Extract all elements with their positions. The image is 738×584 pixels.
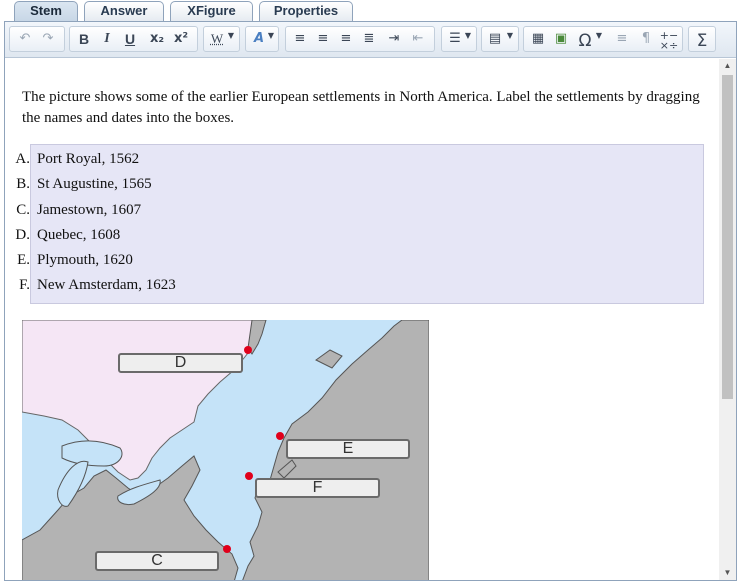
- choice-letter: F.: [19, 277, 30, 293]
- align-left-icon[interactable]: ≡: [290, 31, 310, 51]
- settlement-map: D E F C: [22, 320, 429, 580]
- redo-icon[interactable]: ↷: [38, 31, 58, 51]
- choice-text: Plymouth, 1620: [37, 252, 133, 268]
- choice-text: Port Royal, 1562: [37, 151, 140, 167]
- italic-button[interactable]: I: [97, 31, 117, 51]
- chevron-down-icon[interactable]: ▼: [266, 31, 276, 51]
- editor-content[interactable]: The picture shows some of the earlier Eu…: [5, 59, 719, 580]
- insert-group: ▦ ▣ Ω ▼ ≡ ¶ +− ×÷: [523, 26, 683, 52]
- list-item[interactable]: C. Jamestown, 1607: [16, 202, 719, 227]
- choice-text: St Augustine, 1565: [37, 176, 152, 192]
- page-break-icon[interactable]: ▤: [485, 31, 505, 51]
- chevron-down-icon[interactable]: ▼: [505, 31, 515, 51]
- choice-letter: D.: [15, 227, 30, 243]
- editor-toolbar: ↶ ↷ B I U x₂ x² W ▼ A ▼ ≡ ≡ ≡ ≣ ⇥ ⇤ ☰ ▼ …: [5, 22, 736, 58]
- tab-stem[interactable]: Stem: [14, 1, 78, 22]
- tab-bar: Stem Answer XFigure Properties: [0, 0, 738, 22]
- drop-box-f[interactable]: F: [255, 478, 380, 498]
- rich-text-editor: ↶ ↷ B I U x₂ x² W ▼ A ▼ ≡ ≡ ≡ ≣ ⇥ ⇤ ☰ ▼ …: [4, 21, 737, 581]
- image-icon[interactable]: ▣: [551, 31, 571, 51]
- choice-text: New Amsterdam, 1623: [37, 277, 176, 293]
- word-style-button[interactable]: W: [207, 31, 227, 51]
- list-item[interactable]: E. Plymouth, 1620: [17, 252, 719, 277]
- drop-box-c[interactable]: C: [95, 551, 219, 571]
- scroll-up-icon[interactable]: ▲: [719, 59, 736, 73]
- question-prompt: The picture shows some of the earlier Eu…: [22, 89, 700, 126]
- indent-icon[interactable]: ⇥: [384, 31, 404, 51]
- align-group: ≡ ≡ ≡ ≣ ⇥ ⇤: [285, 26, 435, 52]
- choice-letter: B.: [16, 176, 30, 192]
- drop-box-e[interactable]: E: [286, 439, 410, 459]
- style-group: W ▼: [203, 26, 240, 52]
- answer-choices: A. Port Royal, 1562 B. St Augustine, 156…: [15, 144, 704, 304]
- list-item[interactable]: A. Port Royal, 1562: [15, 151, 719, 176]
- chevron-down-icon[interactable]: ▼: [226, 31, 236, 51]
- align-center-icon[interactable]: ≡: [313, 31, 333, 51]
- outdent-icon[interactable]: ⇤: [408, 31, 428, 51]
- scroll-down-icon[interactable]: ▼: [719, 566, 736, 580]
- list-group: ☰ ▼: [441, 26, 477, 52]
- choice-text: Jamestown, 1607: [37, 202, 142, 218]
- align-right-icon[interactable]: ≡: [336, 31, 356, 51]
- sigma-icon[interactable]: Σ: [692, 31, 712, 51]
- equation-group: Σ: [688, 26, 716, 52]
- math-operators-icon[interactable]: +− ×÷: [659, 30, 679, 51]
- tab-xfigure[interactable]: XFigure: [170, 1, 253, 21]
- paragraph-style-icon[interactable]: ≡: [612, 31, 632, 51]
- table-icon[interactable]: ▦: [528, 31, 548, 51]
- bold-button[interactable]: B: [74, 31, 94, 51]
- vertical-scrollbar[interactable]: ▲ ▼: [719, 59, 736, 580]
- history-group: ↶ ↷: [9, 26, 65, 52]
- format-group: B I U x₂ x²: [69, 26, 198, 52]
- chevron-down-icon[interactable]: ▼: [594, 31, 604, 51]
- align-justify-icon[interactable]: ≣: [359, 31, 379, 51]
- drop-box-d[interactable]: D: [118, 353, 243, 373]
- subscript-button[interactable]: x₂: [147, 31, 167, 51]
- choice-text: Quebec, 1608: [37, 227, 121, 243]
- page-group: ▤ ▼: [481, 26, 519, 52]
- underline-button[interactable]: U: [120, 31, 140, 51]
- superscript-button[interactable]: x²: [171, 31, 191, 51]
- list-item[interactable]: D. Quebec, 1608: [15, 227, 719, 252]
- chevron-down-icon[interactable]: ▼: [463, 31, 473, 51]
- undo-icon[interactable]: ↶: [15, 31, 35, 51]
- omega-icon[interactable]: Ω: [575, 31, 595, 51]
- list-item[interactable]: F. New Amsterdam, 1623: [19, 277, 719, 302]
- choice-letter: E.: [17, 252, 30, 268]
- choice-letter: C.: [16, 202, 30, 218]
- choice-letter: A.: [15, 151, 30, 167]
- list-item[interactable]: B. St Augustine, 1565: [16, 176, 719, 201]
- font-color-group: A ▼: [245, 26, 279, 52]
- tab-answer[interactable]: Answer: [84, 1, 164, 21]
- pilcrow-icon[interactable]: ¶: [636, 31, 656, 51]
- tab-properties[interactable]: Properties: [259, 1, 353, 21]
- scroll-thumb[interactable]: [722, 75, 733, 399]
- numbered-list-icon[interactable]: ☰: [445, 31, 465, 51]
